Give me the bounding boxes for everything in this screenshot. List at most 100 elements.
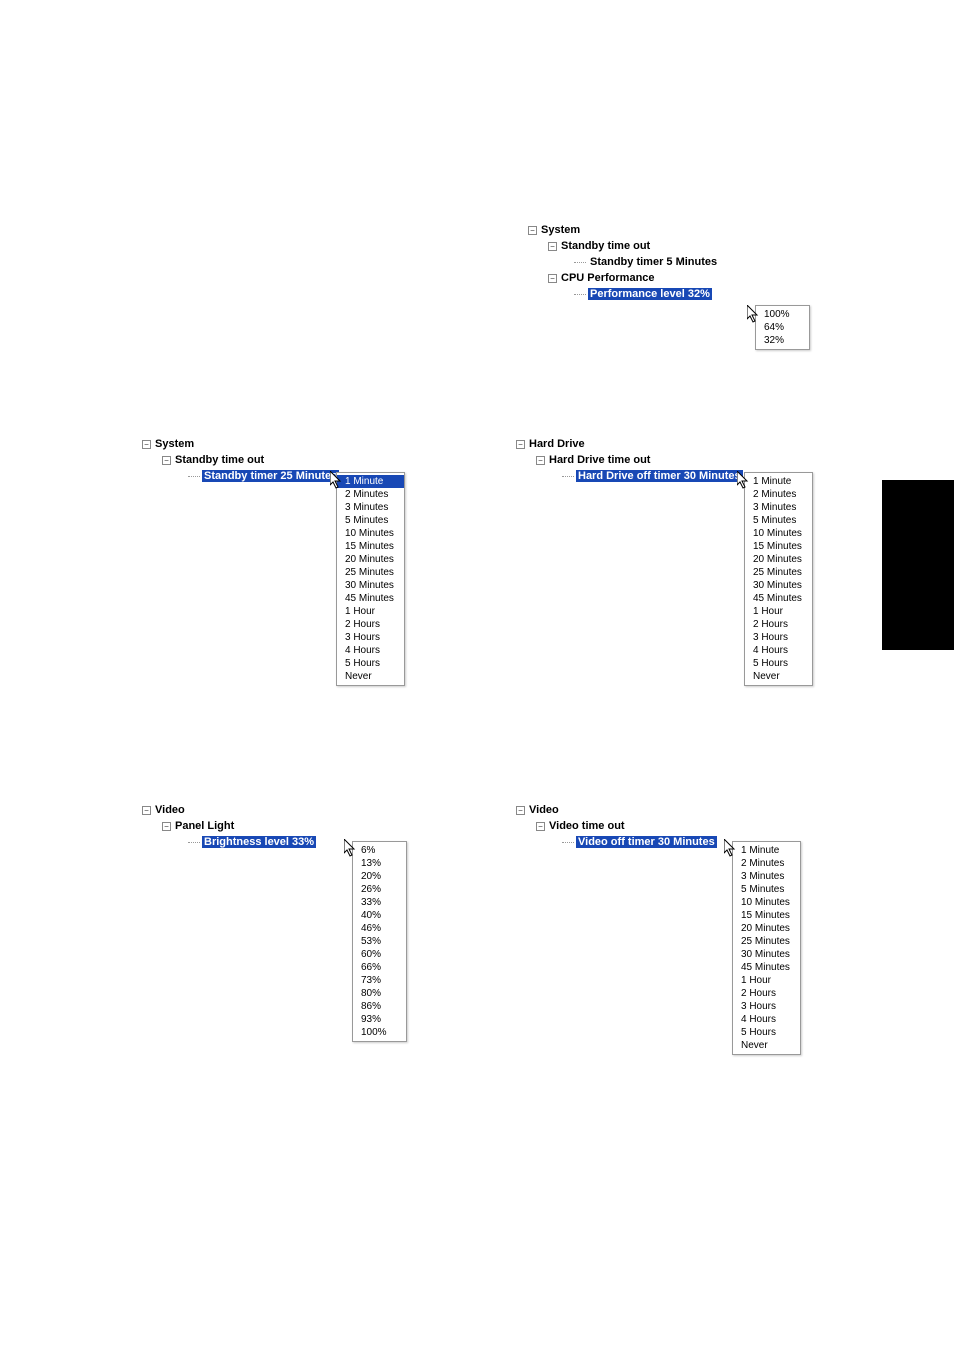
popup-item[interactable]: 93%: [353, 1013, 406, 1026]
popup-item[interactable]: 25 Minutes: [745, 566, 812, 579]
popup-item[interactable]: 3 Hours: [733, 1000, 800, 1013]
popup-item[interactable]: 40%: [353, 909, 406, 922]
popup-item[interactable]: 5 Minutes: [745, 514, 812, 527]
tree-node-panel-light[interactable]: − Panel Light: [142, 818, 316, 834]
popup-item[interactable]: 5 Minutes: [337, 514, 404, 527]
popup-brightness[interactable]: 6% 13% 20% 26% 33% 40% 46% 53% 60% 66% 7…: [352, 841, 407, 1042]
popup-item[interactable]: 66%: [353, 961, 406, 974]
popup-item[interactable]: 4 Hours: [745, 644, 812, 657]
minus-icon[interactable]: −: [536, 456, 545, 465]
popup-item[interactable]: 4 Hours: [733, 1013, 800, 1026]
popup-item[interactable]: 1 Minute: [745, 475, 812, 488]
minus-icon[interactable]: −: [162, 822, 171, 831]
tree-leaf-performance-level[interactable]: Performance level 32%: [528, 286, 719, 302]
minus-icon[interactable]: −: [548, 274, 557, 283]
popup-item[interactable]: 5 Hours: [337, 657, 404, 670]
minus-icon[interactable]: −: [548, 242, 557, 251]
tree-leaf-hdd-off-timer[interactable]: Hard Drive off timer 30 Minutes: [516, 468, 743, 484]
popup-hdd-timer[interactable]: 1 Minute 2 Minutes 3 Minutes 5 Minutes 1…: [744, 472, 813, 686]
popup-item[interactable]: Never: [733, 1039, 800, 1052]
minus-icon[interactable]: −: [162, 456, 171, 465]
tree-node-standby[interactable]: − Standby time out: [528, 238, 719, 254]
minus-icon[interactable]: −: [142, 440, 151, 449]
popup-item[interactable]: 2 Minutes: [733, 857, 800, 870]
popup-item[interactable]: 20 Minutes: [745, 553, 812, 566]
popup-item[interactable]: 2 Minutes: [337, 488, 404, 501]
popup-item[interactable]: 2 Hours: [745, 618, 812, 631]
popup-item[interactable]: 3 Minutes: [745, 501, 812, 514]
popup-item[interactable]: 86%: [353, 1000, 406, 1013]
tree-node-video[interactable]: − Video: [142, 802, 316, 818]
popup-item[interactable]: 1 Minute: [337, 475, 404, 488]
popup-item[interactable]: 100%: [756, 308, 809, 321]
popup-item[interactable]: 45 Minutes: [745, 592, 812, 605]
popup-item[interactable]: 30 Minutes: [337, 579, 404, 592]
popup-video-timer[interactable]: 1 Minute 2 Minutes 3 Minutes 5 Minutes 1…: [732, 841, 801, 1055]
tree-leaf-video-off-timer[interactable]: Video off timer 30 Minutes: [516, 834, 717, 850]
popup-item[interactable]: 33%: [353, 896, 406, 909]
popup-item[interactable]: 64%: [756, 321, 809, 334]
popup-item[interactable]: 46%: [353, 922, 406, 935]
popup-item[interactable]: 25 Minutes: [337, 566, 404, 579]
popup-item[interactable]: 2 Hours: [337, 618, 404, 631]
node-label: Video: [529, 804, 559, 816]
popup-item[interactable]: 73%: [353, 974, 406, 987]
popup-item[interactable]: 45 Minutes: [733, 961, 800, 974]
popup-item[interactable]: 26%: [353, 883, 406, 896]
tree-node-system[interactable]: − System: [528, 222, 719, 238]
tree-node-standby[interactable]: − Standby time out: [142, 452, 339, 468]
popup-performance-level[interactable]: 100% 64% 32%: [755, 305, 810, 350]
popup-item[interactable]: 20%: [353, 870, 406, 883]
tree-leaf-brightness-level[interactable]: Brightness level 33%: [142, 834, 316, 850]
minus-icon[interactable]: −: [516, 806, 525, 815]
popup-item[interactable]: 5 Minutes: [733, 883, 800, 896]
tree-leaf-standby-timer[interactable]: Standby timer 5 Minutes: [528, 254, 719, 270]
popup-item[interactable]: 30 Minutes: [733, 948, 800, 961]
popup-item[interactable]: 20 Minutes: [337, 553, 404, 566]
minus-icon[interactable]: −: [516, 440, 525, 449]
popup-item[interactable]: 2 Minutes: [745, 488, 812, 501]
popup-item[interactable]: Never: [337, 670, 404, 683]
tree-node-harddrive[interactable]: − Hard Drive: [516, 436, 743, 452]
tree-leaf-standby-timer[interactable]: Standby timer 25 Minutes: [142, 468, 339, 484]
popup-item[interactable]: 15 Minutes: [337, 540, 404, 553]
popup-item[interactable]: 6%: [353, 844, 406, 857]
popup-item[interactable]: 3 Minutes: [733, 870, 800, 883]
popup-item[interactable]: 30 Minutes: [745, 579, 812, 592]
popup-item[interactable]: 80%: [353, 987, 406, 1000]
popup-item[interactable]: 5 Hours: [745, 657, 812, 670]
popup-item[interactable]: 1 Hour: [745, 605, 812, 618]
popup-item[interactable]: 13%: [353, 857, 406, 870]
popup-item[interactable]: 10 Minutes: [733, 896, 800, 909]
popup-item[interactable]: 5 Hours: [733, 1026, 800, 1039]
popup-item[interactable]: 1 Hour: [337, 605, 404, 618]
tree-node-video-timeout[interactable]: − Video time out: [516, 818, 717, 834]
minus-icon[interactable]: −: [536, 822, 545, 831]
popup-item[interactable]: 15 Minutes: [745, 540, 812, 553]
popup-item[interactable]: 10 Minutes: [337, 527, 404, 540]
popup-standby-timer[interactable]: 1 Minute 2 Minutes 3 Minutes 5 Minutes 1…: [336, 472, 405, 686]
popup-item[interactable]: 4 Hours: [337, 644, 404, 657]
popup-item[interactable]: Never: [745, 670, 812, 683]
popup-item[interactable]: 45 Minutes: [337, 592, 404, 605]
popup-item[interactable]: 60%: [353, 948, 406, 961]
popup-item[interactable]: 53%: [353, 935, 406, 948]
popup-item[interactable]: 3 Hours: [337, 631, 404, 644]
tree-node-hdd-timeout[interactable]: − Hard Drive time out: [516, 452, 743, 468]
tree-node-system[interactable]: − System: [142, 436, 339, 452]
popup-item[interactable]: 20 Minutes: [733, 922, 800, 935]
tree-node-cpu-perf[interactable]: − CPU Performance: [528, 270, 719, 286]
popup-item[interactable]: 10 Minutes: [745, 527, 812, 540]
popup-item[interactable]: 32%: [756, 334, 809, 347]
popup-item[interactable]: 25 Minutes: [733, 935, 800, 948]
popup-item[interactable]: 100%: [353, 1026, 406, 1039]
minus-icon[interactable]: −: [142, 806, 151, 815]
popup-item[interactable]: 15 Minutes: [733, 909, 800, 922]
popup-item[interactable]: 1 Minute: [733, 844, 800, 857]
popup-item[interactable]: 3 Hours: [745, 631, 812, 644]
popup-item[interactable]: 2 Hours: [733, 987, 800, 1000]
popup-item[interactable]: 1 Hour: [733, 974, 800, 987]
tree-node-video[interactable]: − Video: [516, 802, 717, 818]
popup-item[interactable]: 3 Minutes: [337, 501, 404, 514]
minus-icon[interactable]: −: [528, 226, 537, 235]
